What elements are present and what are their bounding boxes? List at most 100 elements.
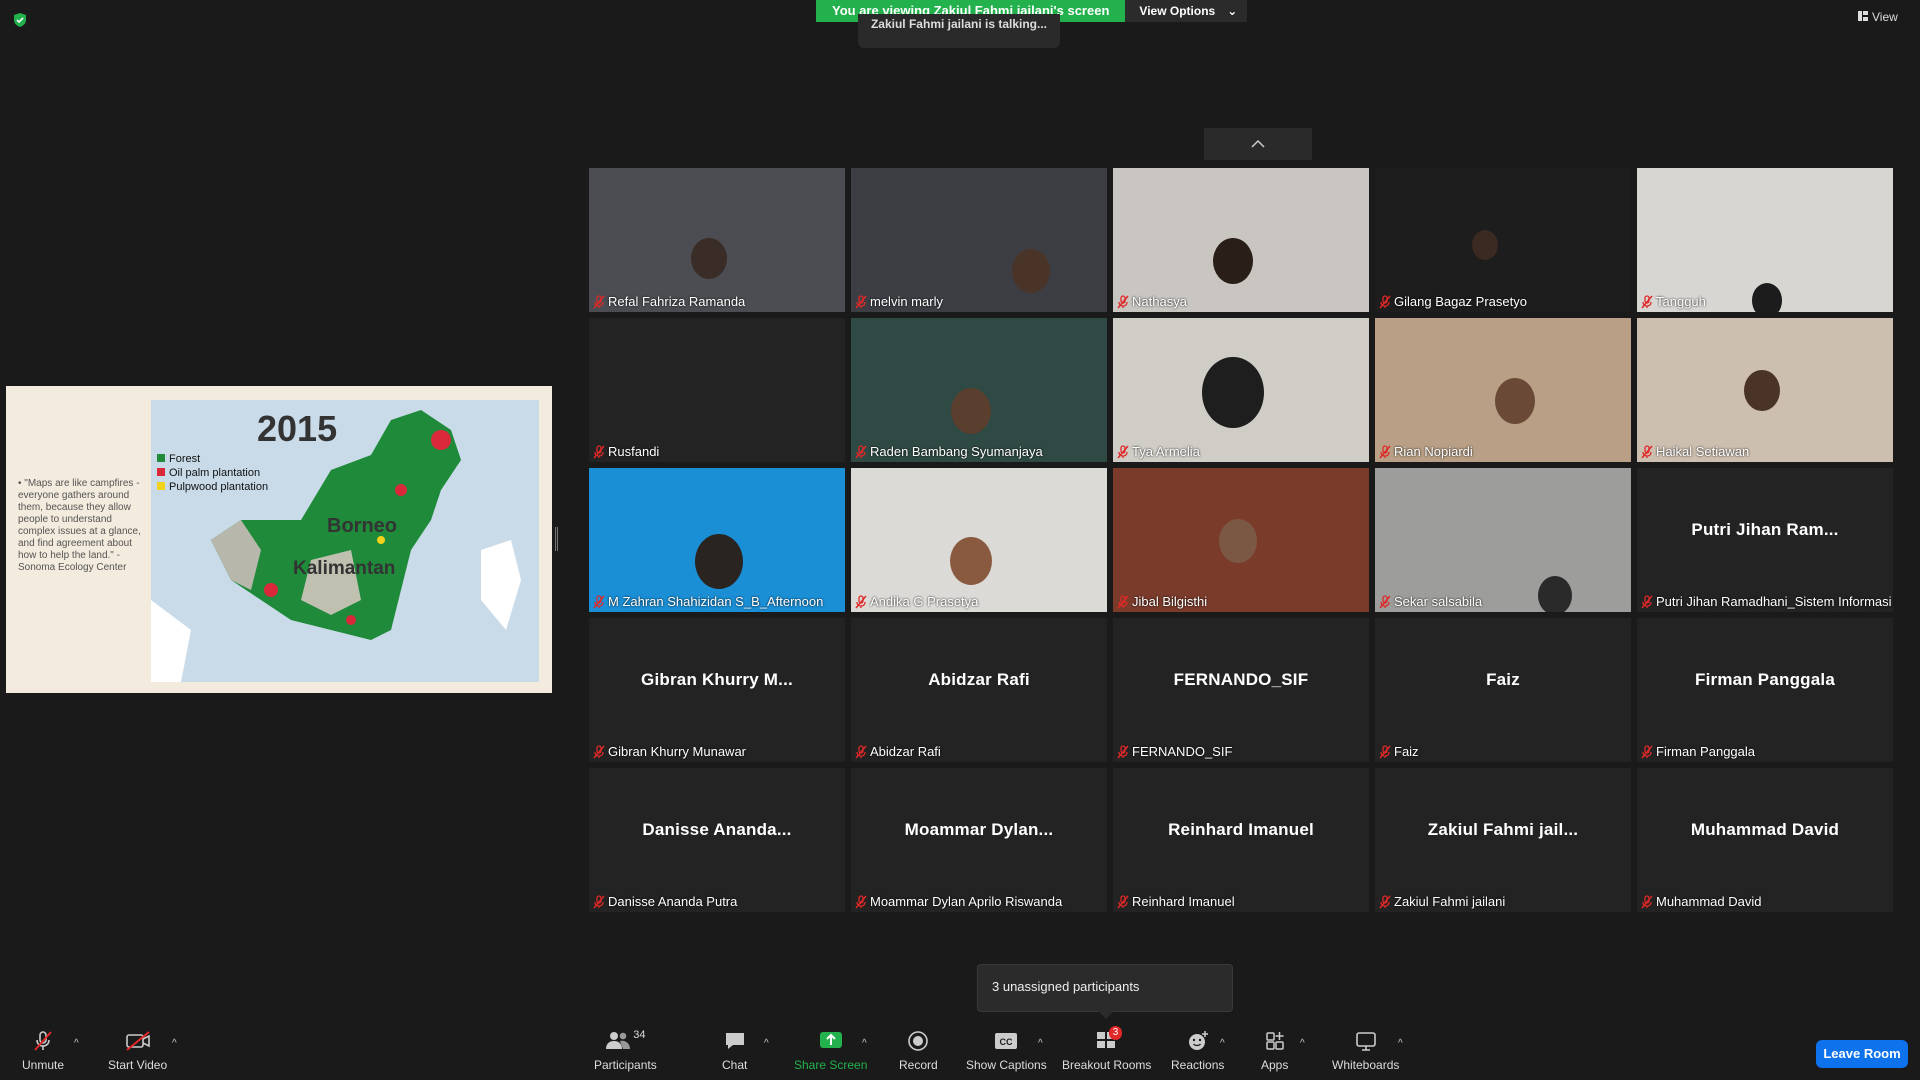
participant-tile[interactable]: Moammar Dylan... Moammar Dylan Aprilo Ris… xyxy=(851,768,1107,912)
participant-name: Rusfandi xyxy=(608,444,660,459)
quote-text: "Maps are like campfires - everyone gath… xyxy=(18,478,141,573)
participant-tile[interactable]: Firman Panggala Firman Panggala xyxy=(1637,618,1893,762)
muted-mic-icon xyxy=(1379,294,1391,309)
chat-options-caret-icon[interactable]: ^ xyxy=(764,1038,769,1049)
video-options-caret-icon[interactable]: ^ xyxy=(172,1038,177,1049)
video-off-icon xyxy=(124,1028,152,1054)
participant-tile[interactable]: Tya Armelia xyxy=(1113,318,1369,462)
participant-name-label: Refal Fahriza Ramanda xyxy=(593,294,745,309)
participant-silhouette xyxy=(1752,283,1782,312)
participant-tile[interactable]: Reinhard Imanuel Reinhard Imanuel xyxy=(1113,768,1369,912)
participant-tile[interactable]: Gilang Bagaz Prasetyo xyxy=(1375,168,1631,312)
participant-tile[interactable]: Raden Bambang Syumanjaya xyxy=(851,318,1107,462)
participant-tile[interactable]: melvin marly xyxy=(851,168,1107,312)
view-options-button[interactable]: View Options ⌄ xyxy=(1125,0,1248,22)
participant-tile[interactable]: Gibran Khurry M... Gibran Khurry Munawar xyxy=(589,618,845,762)
participant-name: Rian Nopiardi xyxy=(1394,444,1473,459)
muted-mic-icon xyxy=(1379,744,1391,759)
participants-count: 34 xyxy=(633,1029,646,1041)
whiteboards-button[interactable]: Whiteboards xyxy=(1332,1028,1399,1072)
participants-button[interactable]: 34 Participants xyxy=(594,1028,657,1072)
participant-tile[interactable]: Rusfandi xyxy=(589,318,845,462)
participant-tile[interactable]: Danisse Ananda... Danisse Ananda Putra xyxy=(589,768,845,912)
muted-mic-icon xyxy=(593,594,605,609)
muted-mic-icon xyxy=(855,594,867,609)
apps-caret-icon[interactable]: ^ xyxy=(1300,1038,1305,1049)
share-options-caret-icon[interactable]: ^ xyxy=(862,1038,867,1049)
record-label: Record xyxy=(899,1058,938,1072)
participant-silhouette xyxy=(1202,357,1264,429)
leave-room-button[interactable]: Leave Room xyxy=(1816,1040,1908,1068)
whiteboards-caret-icon[interactable]: ^ xyxy=(1398,1038,1403,1049)
leave-room-label: Leave Room xyxy=(1823,1046,1901,1061)
participant-display-name: Muhammad David xyxy=(1690,820,1840,839)
participant-tile[interactable]: Muhammad David Muhammad David xyxy=(1637,768,1893,912)
participant-name-label: Muhammad David xyxy=(1641,894,1762,909)
muted-mic-icon xyxy=(1641,444,1653,459)
reactions-button[interactable]: Reactions xyxy=(1171,1028,1224,1072)
participant-tile[interactable]: Andika G Prasetya xyxy=(851,468,1107,612)
participant-silhouette xyxy=(695,534,743,590)
chat-button[interactable]: Chat xyxy=(722,1028,747,1072)
participant-tile[interactable]: Nathasya xyxy=(1113,168,1369,312)
muted-mic-icon xyxy=(1117,744,1129,759)
breakout-rooms-button[interactable]: 3 Breakout Rooms xyxy=(1062,1026,1151,1072)
participant-name-label: Tya Armelia xyxy=(1117,444,1200,459)
participant-name-label: Raden Bambang Syumanjaya xyxy=(855,444,1043,459)
muted-mic-icon xyxy=(855,444,867,459)
map-label-borneo: Borneo xyxy=(327,515,397,537)
chevron-down-icon: ⌄ xyxy=(1227,4,1238,18)
muted-mic-icon xyxy=(1117,894,1129,909)
chevron-up-icon xyxy=(1251,135,1265,153)
participant-name: Danisse Ananda Putra xyxy=(608,894,738,909)
participant-name: FERNANDO_SIF xyxy=(1132,744,1233,759)
unmute-button[interactable]: Unmute xyxy=(22,1028,64,1072)
participant-tile[interactable]: Tangguh xyxy=(1637,168,1893,312)
participant-tile[interactable]: M Zahran Shahizidan S_B_Afternoon xyxy=(589,468,845,612)
participant-tile[interactable]: FERNANDO_SIF FERNANDO_SIF xyxy=(1113,618,1369,762)
participant-tile[interactable]: Faiz Faiz xyxy=(1375,618,1631,762)
participant-name: Putri Jihan Ramadhani_Sistem Informasi xyxy=(1656,594,1892,609)
map-legend: Forest Oil palm plantation Pulpwood plan… xyxy=(157,452,268,494)
participant-silhouette xyxy=(1012,249,1050,293)
unmute-label: Unmute xyxy=(22,1058,65,1072)
collapse-gallery-button[interactable] xyxy=(1204,128,1312,160)
participant-name: Jibal Bilgisthi xyxy=(1132,594,1208,609)
muted-mic-icon xyxy=(1641,294,1653,309)
legend-swatch xyxy=(157,454,165,462)
video-feed xyxy=(1375,468,1631,612)
participant-name-label: Rusfandi xyxy=(593,444,659,459)
participant-tile[interactable]: Abidzar Rafi Abidzar Rafi xyxy=(851,618,1107,762)
apps-icon xyxy=(1264,1028,1286,1054)
participant-tile[interactable]: Putri Jihan Ram... Putri Jihan Ramadhani_… xyxy=(1637,468,1893,612)
participant-tile[interactable]: Jibal Bilgisthi xyxy=(1113,468,1369,612)
participant-name: Haikal Setiawan xyxy=(1656,444,1750,459)
participant-silhouette xyxy=(1219,519,1257,563)
chat-label: Chat xyxy=(722,1058,748,1072)
reactions-caret-icon[interactable]: ^ xyxy=(1220,1038,1225,1049)
muted-mic-icon xyxy=(855,294,867,309)
share-screen-button[interactable]: Share Screen xyxy=(794,1028,867,1072)
participant-tile[interactable]: Refal Fahriza Ramanda xyxy=(589,168,845,312)
shared-screen[interactable]: • "Maps are like campfires - everyone ga… xyxy=(6,386,552,693)
share-screen-label: Share Screen xyxy=(794,1058,868,1072)
apps-button[interactable]: Apps xyxy=(1261,1028,1288,1072)
muted-mic-icon xyxy=(593,444,605,459)
participant-silhouette xyxy=(1472,230,1498,260)
record-button[interactable]: Record xyxy=(899,1028,938,1072)
captions-options-caret-icon[interactable]: ^ xyxy=(1038,1038,1043,1049)
participant-tile[interactable]: Rian Nopiardi xyxy=(1375,318,1631,462)
legend-item: Pulpwood plantation xyxy=(157,480,268,494)
participant-tile[interactable]: Zakiul Fahmi jail... Zakiul Fahmi jailani xyxy=(1375,768,1631,912)
view-button[interactable]: View xyxy=(1858,10,1898,24)
split-view-resize-handle[interactable] xyxy=(555,527,558,551)
audio-options-caret-icon[interactable]: ^ xyxy=(74,1038,79,1049)
captions-icon: CC xyxy=(993,1028,1019,1054)
participant-tile[interactable]: Sekar salsabila xyxy=(1375,468,1631,612)
participant-tile[interactable]: Haikal Setiawan xyxy=(1637,318,1893,462)
encryption-shield-icon[interactable] xyxy=(12,12,28,28)
slide-quote: • "Maps are like campfires - everyone ga… xyxy=(18,478,146,574)
show-captions-button[interactable]: CC Show Captions xyxy=(966,1028,1047,1072)
start-video-button[interactable]: Start Video xyxy=(108,1028,167,1072)
participant-name-label: Jibal Bilgisthi xyxy=(1117,594,1207,609)
